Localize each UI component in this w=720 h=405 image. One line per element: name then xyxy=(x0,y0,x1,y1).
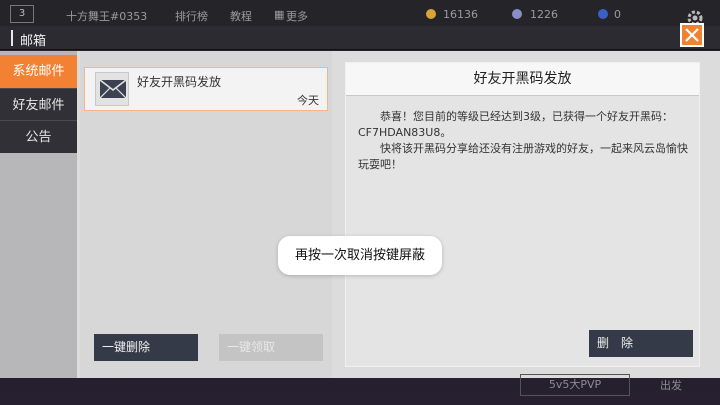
mail-detail-title: 好友开黑码发放 xyxy=(346,63,699,96)
mail-paragraph-2: 快将该开黑码分享给还没有注册游戏的好友，一起来风云岛愉快玩耍吧！ xyxy=(358,142,688,171)
pvp-mode-button: 5v5大PVP xyxy=(520,374,630,396)
ticket-count: 0 xyxy=(614,8,621,21)
delete-button[interactable]: 删 除 xyxy=(589,330,693,357)
mail-list: 好友开黑码发放 今天 一键删除 一键领取 xyxy=(80,51,332,378)
close-button[interactable] xyxy=(680,23,704,47)
close-icon xyxy=(685,28,699,42)
tab-system-mail[interactable]: 系统邮件 xyxy=(0,55,77,88)
mail-detail-body: 恭喜！您目前的等级已经达到3级，已获得一个好友开黑码：CF7HDAN83U8。 … xyxy=(358,109,688,173)
claim-all-button[interactable]: 一键领取 xyxy=(219,334,323,361)
mail-detail: 好友开黑码发放 恭喜！您目前的等级已经达到3级，已获得一个好友开黑码：CF7HD… xyxy=(345,62,700,367)
tab-friend-mail[interactable]: 好友邮件 xyxy=(0,88,77,121)
mail-window-title: 邮箱 xyxy=(20,34,47,49)
depart-button: 出发 xyxy=(660,379,682,392)
mail-paragraph-1: 恭喜！您目前的等级已经达到3级，已获得一个好友开黑码：CF7HDAN83U8。 xyxy=(358,110,673,139)
mail-subject: 好友开黑码发放 xyxy=(137,75,222,89)
title-accent-bar xyxy=(11,30,13,46)
player-level-badge: 3 xyxy=(10,5,34,23)
rank-menu[interactable]: 排行榜 xyxy=(175,8,208,24)
mail-panel: 系统邮件 好友邮件 公告 好友开黑码发放 今天 一键删除 一键领取 好友开黑码发… xyxy=(0,51,720,378)
gold-coin-icon xyxy=(426,9,436,19)
ticket-icon xyxy=(598,9,608,19)
background-game-buttons: 5v5大PVP 出发 xyxy=(520,374,720,396)
mail-date: 今天 xyxy=(297,94,319,107)
diamond-icon xyxy=(512,9,522,19)
gold-count: 16136 xyxy=(443,8,478,21)
game-top-bar: 3 十方舞王#0353 排行榜 教程 ▦ 更多 16136 1226 0 xyxy=(0,0,720,28)
list-item[interactable]: 好友开黑码发放 今天 xyxy=(84,67,328,111)
toast-message: 再按一次取消按键屏蔽 xyxy=(278,236,442,275)
mail-sidebar: 系统邮件 好友邮件 公告 xyxy=(0,51,77,378)
tutorial-menu[interactable]: 教程 xyxy=(230,8,252,24)
player-name: 十方舞王#0353 xyxy=(66,10,148,23)
envelope-icon xyxy=(100,80,126,98)
tab-announcement[interactable]: 公告 xyxy=(0,120,77,153)
mail-icon-box xyxy=(95,72,129,106)
more-menu[interactable]: 更多 xyxy=(286,8,308,24)
more-menu-icon[interactable]: ▦ xyxy=(274,8,284,21)
delete-all-button[interactable]: 一键删除 xyxy=(94,334,198,361)
mail-title-bar: 邮箱 xyxy=(0,26,720,50)
diamond-count: 1226 xyxy=(530,8,558,21)
